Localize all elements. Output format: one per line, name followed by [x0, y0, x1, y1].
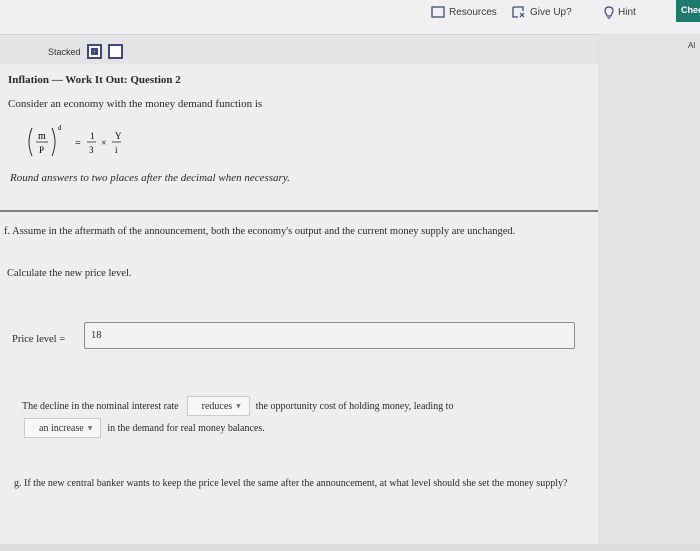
right-sidebar: [598, 34, 700, 551]
bottom-strip: [0, 544, 700, 551]
formula-three: 3: [89, 145, 94, 155]
chevron-down-icon: ▼: [236, 402, 241, 410]
chevron-down-icon: ▼: [87, 424, 93, 432]
formula-d: d: [58, 124, 62, 132]
formula-i: i: [115, 145, 118, 155]
document-icon: [431, 6, 445, 18]
resources-label: Resources: [449, 6, 497, 18]
formula-y: Y: [115, 131, 122, 141]
stacked-view-button[interactable]: [86, 44, 102, 59]
effect-dropdown-value: reduces: [201, 400, 233, 412]
give-up-icon: [512, 6, 526, 18]
give-up-button[interactable]: Give Up?: [512, 6, 572, 18]
section-divider: [0, 210, 598, 212]
resources-button[interactable]: Resources: [431, 6, 497, 18]
problem-intro: Consider an economy with the money deman…: [8, 98, 263, 110]
formula-one: 1: [90, 131, 95, 141]
rounding-instruction: Round answers to two places after the de…: [10, 172, 290, 184]
interest-rate-sentence: The decline in the nominal interest rate…: [22, 396, 453, 416]
check-answer-button[interactable]: Check: [676, 0, 700, 22]
effect-dropdown[interactable]: reduces ▼: [186, 396, 250, 416]
formula-times: ×: [101, 138, 107, 149]
demand-change-dropdown[interactable]: an increase ▼: [24, 418, 102, 438]
sentence-1-start: The decline in the nominal interest rate: [22, 400, 179, 412]
sidebar-tab-label[interactable]: Al: [688, 41, 695, 50]
stacked-label: Stacked: [48, 46, 81, 57]
formula-equals: =: [75, 138, 81, 149]
price-level-label: Price level =: [12, 334, 66, 345]
sentence-2-end: in the demand for real money balances.: [107, 422, 265, 434]
view-toggle: Stacked: [48, 44, 123, 59]
question-f-text: f. Assume in the aftermath of the announ…: [4, 226, 516, 237]
formula-m: m: [38, 131, 46, 142]
lightbulb-icon: [604, 6, 614, 19]
demand-sentence: an increase ▼ in the demand for real mon…: [24, 418, 265, 438]
question-g-text: g. If the new central banker wants to ke…: [14, 478, 568, 489]
demand-change-dropdown-value: an increase: [39, 422, 84, 434]
single-view-button[interactable]: [107, 44, 123, 59]
hint-label: Hint: [618, 7, 636, 18]
hint-button[interactable]: Hint: [604, 6, 636, 19]
formula-p: P: [39, 145, 44, 155]
price-level-input[interactable]: [84, 322, 575, 349]
calculate-prompt: Calculate the new price level.: [7, 268, 132, 279]
sentence-1-end: the opportunity cost of holding money, l…: [255, 400, 454, 412]
top-toolbar: Resources Give Up? Hint Check: [0, 0, 700, 35]
give-up-label: Give Up?: [530, 6, 572, 18]
page-title: Inflation — Work It Out: Question 2: [8, 74, 181, 86]
money-demand-formula: m P d = 1 3 × Y i: [24, 122, 134, 165]
